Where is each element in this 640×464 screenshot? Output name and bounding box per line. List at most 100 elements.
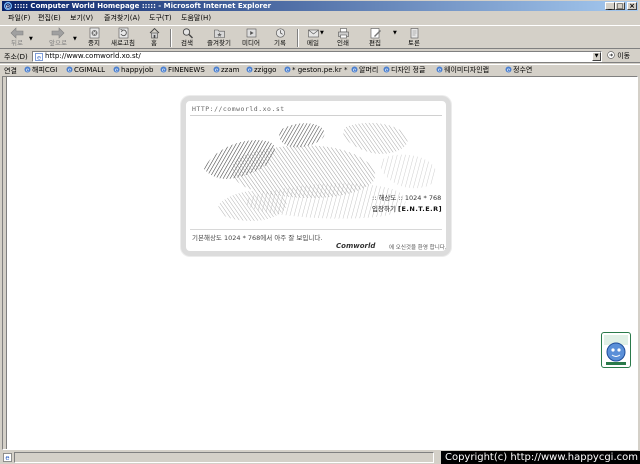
link-label: zziggo [254, 66, 277, 74]
link-item[interactable]: e * geston.pe.kr * [284, 66, 347, 75]
link-item[interactable]: e 디자인 정글 [383, 66, 425, 75]
enter-link[interactable]: 입장하기 [E.N.T.E.R] [372, 203, 442, 213]
stop-icon [89, 27, 99, 39]
link-item[interactable]: e 해피CGI [24, 66, 57, 75]
go-arrow-icon [607, 51, 615, 59]
favorites-folder-icon [213, 29, 225, 38]
menu-tools[interactable]: 도구(T) [149, 13, 172, 23]
svg-text:e: e [286, 68, 289, 73]
title-bar[interactable]: e ::::: Computer World Homepage ::::: - … [2, 1, 638, 11]
history-button[interactable]: 기록 [270, 27, 290, 49]
svg-text:e: e [68, 68, 71, 73]
site-logo: Comworld [336, 242, 376, 250]
link-item[interactable]: e 정수연 [505, 66, 532, 75]
ie-page-icon: e [246, 66, 253, 73]
go-button[interactable]: 이동 [607, 51, 630, 62]
discuss-label: 토론 [408, 39, 420, 47]
mail-dropdown-icon[interactable]: ▼ [320, 30, 324, 36]
edit-dropdown-icon[interactable]: ▼ [393, 30, 397, 36]
svg-text:e: e [507, 68, 510, 73]
svg-text:e: e [5, 454, 9, 462]
status-text-pane [14, 452, 434, 463]
stop-button[interactable]: 중지 [84, 27, 104, 49]
menu-bar: 파일(F) 편집(E) 보기(V) 즐겨찾기(A) 도구(T) 도움말(H) [0, 12, 640, 24]
back-dropdown-icon[interactable]: ▼ [29, 36, 33, 42]
svg-text:e: e [385, 68, 388, 73]
link-item[interactable]: e zziggo [246, 66, 276, 75]
search-button[interactable]: 검색 [177, 27, 197, 49]
svg-text:e: e [26, 68, 29, 73]
favorites-button[interactable]: 즐겨찾기 [203, 27, 235, 49]
link-label: 정수연 [513, 66, 533, 74]
menu-file[interactable]: 파일(F) [8, 13, 30, 23]
card-url: HTTP://comworld.xo.st [192, 105, 285, 113]
media-button[interactable]: 미디어 [238, 27, 264, 49]
link-item[interactable]: e FINENEWS [160, 66, 205, 75]
card-divider [190, 229, 442, 230]
enter-label: [E.N.T.E.R] [398, 205, 443, 213]
menu-help[interactable]: 도움말(H) [181, 13, 211, 23]
link-label: 해피CGI [32, 66, 58, 74]
toolbar-separator [170, 29, 172, 47]
ie-page-icon: e [505, 66, 512, 73]
address-label: 주소(D) [4, 53, 28, 61]
card-divider [190, 115, 442, 116]
ie-page-icon: e [284, 66, 291, 73]
history-icon [275, 28, 285, 38]
refresh-button[interactable]: 새로고침 [108, 27, 138, 49]
link-label: * geston.pe.kr * [292, 66, 348, 74]
ie-page-icon: e [113, 66, 120, 73]
address-dropdown-icon[interactable]: ▼ [592, 52, 601, 61]
link-label: CGIMALL [74, 66, 106, 74]
mascot-badge[interactable] [601, 332, 631, 368]
menu-view[interactable]: 보기(V) [70, 13, 93, 23]
address-input[interactable]: e http://www.comworld.xo.st/ ▼ [32, 51, 602, 62]
home-label: 홈 [151, 39, 157, 47]
back-arrow-icon [10, 27, 24, 39]
forward-arrow-icon [51, 27, 65, 39]
link-label: 디자인 정글 [391, 66, 426, 74]
ie-page-icon: e [213, 66, 220, 73]
links-bar: 연결 e 해피CGI e CGIMALL e happyjob e FINENEWS e… [0, 64, 640, 75]
menu-edit[interactable]: 편집(E) [38, 13, 61, 23]
ie-page-icon: e [160, 66, 167, 73]
search-label: 검색 [181, 39, 193, 47]
svg-text:e: e [353, 68, 356, 73]
page-icon: e [35, 53, 43, 61]
link-item[interactable]: e 알머리 [351, 66, 378, 75]
stop-label: 중지 [88, 39, 100, 47]
edit-button[interactable]: 편집 [366, 27, 384, 49]
maximize-button[interactable]: □ [615, 2, 625, 10]
home-button[interactable]: 홈 [145, 27, 163, 49]
toolbar-separator [297, 29, 299, 47]
edit-label: 편집 [369, 39, 381, 47]
ie-page-icon: e [436, 66, 443, 73]
back-label: 뒤로 [11, 39, 23, 47]
close-button[interactable]: × [627, 2, 637, 10]
link-item[interactable]: e happyjob [113, 66, 153, 75]
svg-text:e: e [6, 2, 10, 10]
menu-favorites[interactable]: 즐겨찾기(A) [104, 13, 140, 23]
link-label: 웨이미디자인랩 [444, 66, 490, 74]
svg-text:e: e [37, 54, 41, 62]
ie-page-icon: e [351, 66, 358, 73]
ie-page-icon: e [383, 66, 390, 73]
svg-text:e: e [162, 68, 165, 73]
minimize-button[interactable]: _ [605, 2, 615, 10]
home-icon [149, 27, 159, 39]
media-icon [246, 28, 256, 38]
forward-dropdown-icon[interactable]: ▼ [73, 36, 77, 42]
discuss-button[interactable]: 토론 [405, 27, 423, 49]
ie-page-icon: e [24, 66, 31, 73]
search-icon [182, 28, 193, 39]
address-url: http://www.comworld.xo.st/ [45, 52, 141, 60]
back-button[interactable]: 뒤로 [6, 27, 28, 49]
link-item[interactable]: e zzam [213, 66, 239, 75]
link-item[interactable]: e CGIMALL [66, 66, 105, 75]
forward-button[interactable]: 앞으로 [45, 27, 71, 49]
forward-label: 앞으로 [49, 39, 67, 47]
left-frame-bar [3, 77, 7, 449]
print-button[interactable]: 인쇄 [334, 27, 352, 49]
resolution-label: :: 해상도 :: 1024 * 768 [372, 194, 442, 202]
link-item[interactable]: e 웨이미디자인랩 [436, 66, 489, 75]
